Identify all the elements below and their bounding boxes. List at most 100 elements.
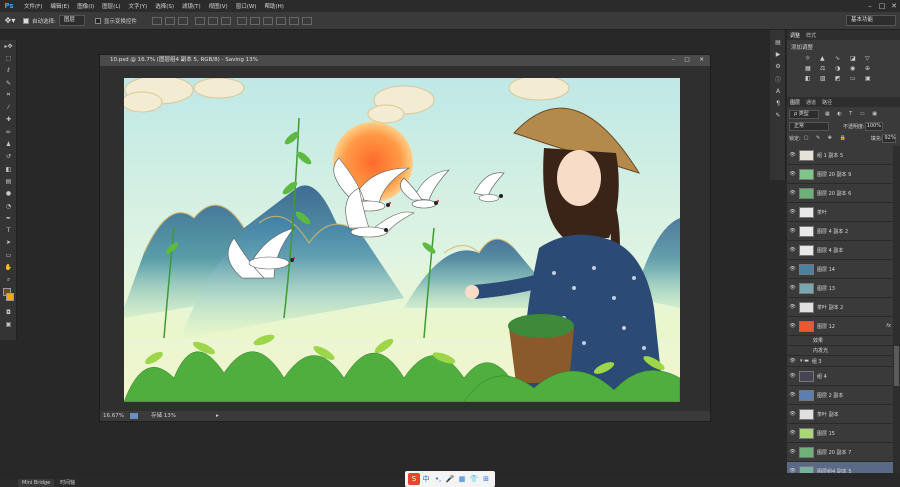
- distribute-bottom-icon[interactable]: [263, 16, 274, 25]
- visibility-eye-icon[interactable]: 👁: [788, 171, 797, 177]
- visibility-eye-icon[interactable]: 👁: [788, 228, 797, 234]
- healing-icon[interactable]: ✚: [0, 114, 17, 126]
- blur-icon[interactable]: ●: [0, 188, 17, 200]
- ime-icon[interactable]: •,: [432, 473, 444, 485]
- visibility-eye-icon[interactable]: 👁: [788, 209, 797, 215]
- align-vcenter-icon[interactable]: [165, 16, 176, 25]
- filter-icons[interactable]: ▦ ◐ T ▭ ▣: [825, 111, 880, 117]
- exposure-icon[interactable]: ◪: [850, 55, 862, 62]
- menu-item[interactable]: 选择(S): [151, 2, 178, 10]
- align-bottom-icon[interactable]: [178, 16, 189, 25]
- align-right-icon[interactable]: [220, 16, 231, 25]
- scrollbar-thumb[interactable]: [894, 346, 899, 386]
- vibrance-icon[interactable]: ▽: [865, 55, 877, 62]
- menu-item[interactable]: 窗口(W): [232, 2, 261, 10]
- invert-icon[interactable]: ◧: [805, 75, 817, 82]
- distribute-top-icon[interactable]: [237, 16, 248, 25]
- bw-icon[interactable]: ◑: [835, 65, 847, 72]
- menu-item[interactable]: 编辑(E): [46, 2, 73, 10]
- lasso-icon[interactable]: ℓ: [0, 65, 17, 77]
- visibility-eye-icon[interactable]: 👁: [788, 373, 797, 379]
- zoom-icon[interactable]: ⌕: [0, 274, 17, 286]
- visibility-eye-icon[interactable]: 👁: [788, 266, 797, 272]
- brush-presets-icon[interactable]: ✎: [770, 110, 786, 122]
- crop-icon[interactable]: ⌗: [0, 89, 17, 101]
- canvas-area[interactable]: [100, 66, 710, 411]
- align-left-icon[interactable]: [194, 16, 205, 25]
- layer-row[interactable]: 👁 组 1 副本 5: [787, 146, 893, 165]
- quick-mask-icon[interactable]: ◘: [0, 306, 17, 318]
- move-icon[interactable]: ▸✥: [0, 40, 17, 52]
- menu-item[interactable]: 图层(L): [98, 2, 124, 10]
- visibility-eye-icon[interactable]: 👁: [788, 392, 797, 398]
- group-expand-icon[interactable]: ▾ ▬: [800, 358, 809, 364]
- visibility-eye-icon[interactable]: 👁: [788, 304, 797, 310]
- menu-item[interactable]: 文字(Y): [125, 2, 152, 10]
- blend-mode-dropdown[interactable]: 正常: [789, 121, 829, 131]
- path-select-icon[interactable]: ➤: [0, 237, 17, 249]
- layer-row[interactable]: 内发光: [787, 346, 893, 356]
- layer-kind-dropdown[interactable]: ρ 类型: [789, 109, 819, 119]
- visibility-eye-icon[interactable]: 👁: [788, 358, 797, 364]
- layer-row[interactable]: 👁 图层 13: [787, 279, 893, 298]
- shape-icon[interactable]: ▭: [0, 249, 17, 261]
- tab-channels[interactable]: 通道: [803, 99, 819, 106]
- hand-icon[interactable]: ✋: [0, 261, 17, 273]
- history-icon[interactable]: ▤: [770, 36, 786, 48]
- balance-icon[interactable]: ⚖: [820, 65, 832, 72]
- visibility-eye-icon[interactable]: 👁: [788, 285, 797, 291]
- menu-item[interactable]: 帮助(H): [260, 2, 287, 10]
- distribute-vcenter-icon[interactable]: [250, 16, 261, 25]
- layer-row[interactable]: 👁 茶叶 副本: [787, 405, 893, 424]
- info-icon[interactable]: ⓘ: [770, 73, 786, 85]
- layer-row[interactable]: 👁 图层 15: [787, 424, 893, 443]
- properties-icon[interactable]: ⚙: [770, 61, 786, 73]
- actions-icon[interactable]: ▶: [770, 48, 786, 60]
- layer-row[interactable]: 👁 图层组4 副本 5: [787, 462, 893, 473]
- doc-window-controls[interactable]: – □ ✕: [672, 55, 708, 66]
- layer-row[interactable]: 👁 图层 4 副本: [787, 241, 893, 260]
- layers-scrollbar[interactable]: [893, 146, 900, 473]
- align-hcenter-icon[interactable]: [207, 16, 218, 25]
- restore-icon[interactable]: □: [876, 1, 888, 11]
- tab-mini-bridge[interactable]: Mini Bridge: [18, 479, 55, 487]
- paragraph-icon[interactable]: ¶: [770, 97, 786, 109]
- tab-paths[interactable]: 路径: [819, 99, 835, 106]
- layer-row[interactable]: 👁 图层 20 副本 6: [787, 184, 893, 203]
- fx-badge[interactable]: fx: [886, 323, 891, 329]
- dodge-icon[interactable]: ◔: [0, 200, 17, 212]
- visibility-eye-icon[interactable]: 👁: [788, 449, 797, 455]
- selective-color-icon[interactable]: ▣: [865, 75, 877, 82]
- eraser-icon[interactable]: ◧: [0, 163, 17, 175]
- gradient-map-icon[interactable]: ▭: [850, 75, 862, 82]
- layer-row[interactable]: 👁 茶叶 副本 2: [787, 298, 893, 317]
- tab-adjustments[interactable]: 调整: [787, 32, 803, 39]
- hue-icon[interactable]: ▦: [805, 65, 817, 72]
- workspace-dropdown[interactable]: 基本功能: [846, 15, 896, 26]
- layer-row[interactable]: 👁 图层 20 副本 9: [787, 165, 893, 184]
- menu-item[interactable]: 视图(V): [205, 2, 232, 10]
- align-top-icon[interactable]: [152, 16, 163, 25]
- tab-timeline[interactable]: 时间轴: [56, 480, 79, 486]
- character-icon[interactable]: A: [770, 85, 786, 97]
- menu-item[interactable]: 滤镜(T): [178, 2, 205, 10]
- screen-mode-icon[interactable]: ▣: [0, 318, 17, 330]
- move-tool-icon[interactable]: ✥▾: [0, 16, 20, 25]
- visibility-eye-icon[interactable]: 👁: [788, 430, 797, 436]
- lock-icons[interactable]: ▢ ✎ ✥ 🔒: [804, 135, 849, 141]
- minimize-icon[interactable]: –: [864, 1, 876, 11]
- layer-row[interactable]: 👁 ▾ ▬ 组 3: [787, 356, 893, 367]
- visibility-eye-icon[interactable]: 👁: [788, 247, 797, 253]
- layer-row[interactable]: 👁 图层 12 fx: [787, 317, 893, 336]
- ime-icon[interactable]: 👕: [468, 473, 480, 485]
- brightness-icon[interactable]: ☼: [805, 55, 817, 62]
- menu-item[interactable]: 图像(I): [73, 2, 98, 10]
- distribute-right-icon[interactable]: [302, 16, 313, 25]
- layer-row[interactable]: 👁 茶叶: [787, 203, 893, 222]
- close-icon[interactable]: ✕: [888, 1, 900, 11]
- auto-select-dropdown[interactable]: 图层: [58, 15, 85, 26]
- curves-icon[interactable]: ∿: [835, 55, 847, 62]
- visibility-eye-icon[interactable]: 👁: [788, 411, 797, 417]
- ime-icon[interactable]: S: [408, 473, 420, 485]
- show-transform-checkbox[interactable]: [94, 17, 101, 24]
